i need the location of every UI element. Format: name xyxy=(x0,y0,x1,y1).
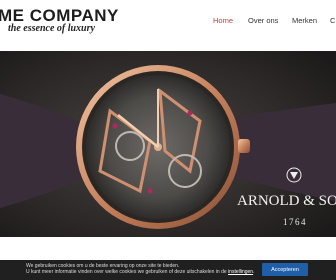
cookie-text-line2: U kunt meer informatie vinden over welke… xyxy=(26,269,254,275)
hero-brand-year: 1764 xyxy=(283,217,307,227)
cookie-text-line2-prefix: U kunt meer informatie vinden over welke… xyxy=(26,269,229,276)
cookie-text-line2-suffix: . xyxy=(253,269,255,276)
nav-item-over-ons[interactable]: Over ons xyxy=(248,10,278,31)
hero-brand-text: ARNOLD & SO xyxy=(237,193,336,209)
nav-item-home[interactable]: Home xyxy=(213,10,233,31)
settings-link[interactable]: instellingen xyxy=(228,269,253,275)
main-nav: Home Over ons Merken C xyxy=(0,10,336,30)
nav-item-merken[interactable]: Merken xyxy=(292,10,317,31)
cookie-banner: We gebruiken cookies om u de beste ervar… xyxy=(0,260,336,280)
hero-banner: ARNOLD & SO 1764 xyxy=(0,51,336,237)
site-header: ME COMPANY the essence of luxury Home Ov… xyxy=(0,0,336,40)
nav-item-contact[interactable]: C xyxy=(330,10,335,31)
hero-watch-image: ARNOLD & SO 1764 xyxy=(0,51,336,237)
content-area xyxy=(0,237,336,260)
cookie-text: We gebruiken cookies om u de beste ervar… xyxy=(26,263,254,276)
accept-cookies-button[interactable]: Accepteren xyxy=(262,263,308,276)
